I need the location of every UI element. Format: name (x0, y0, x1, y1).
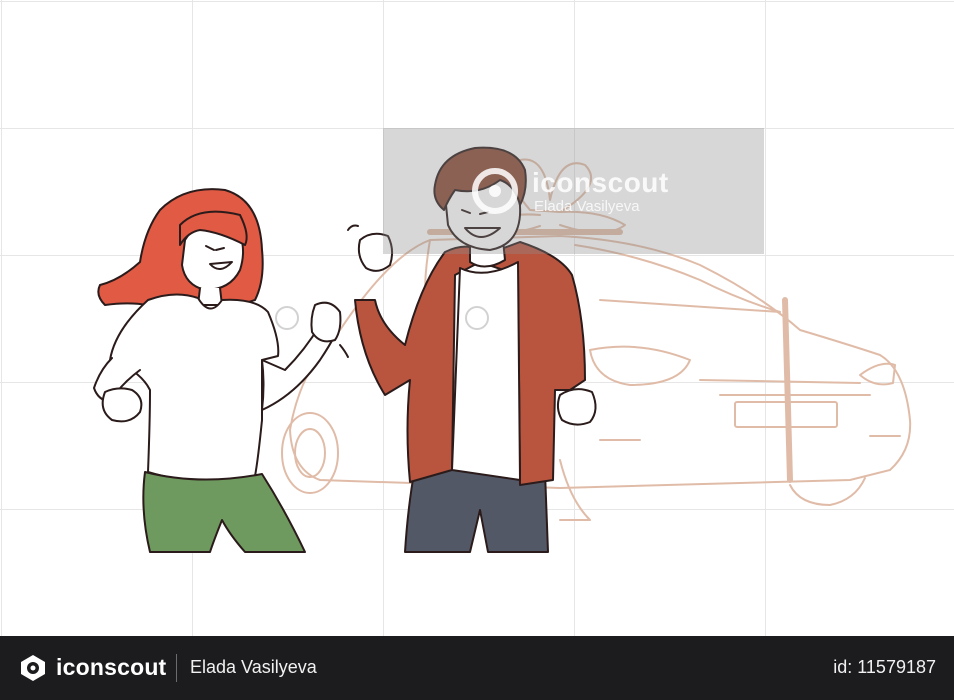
footer-asset-id: id: 11579187 (833, 657, 936, 677)
iconscout-logo-icon[interactable] (18, 653, 48, 683)
footer-brand[interactable]: iconscout (56, 654, 166, 681)
footer-bar: iconscout Elada Vasilyeva id: 11579187 (0, 636, 954, 700)
faint-watermark-icons (275, 306, 489, 330)
footer-author[interactable]: Elada Vasilyeva (190, 657, 317, 678)
footer-divider (176, 654, 177, 682)
illustration-canvas: iconscout Elada Vasilyeva (0, 0, 954, 636)
